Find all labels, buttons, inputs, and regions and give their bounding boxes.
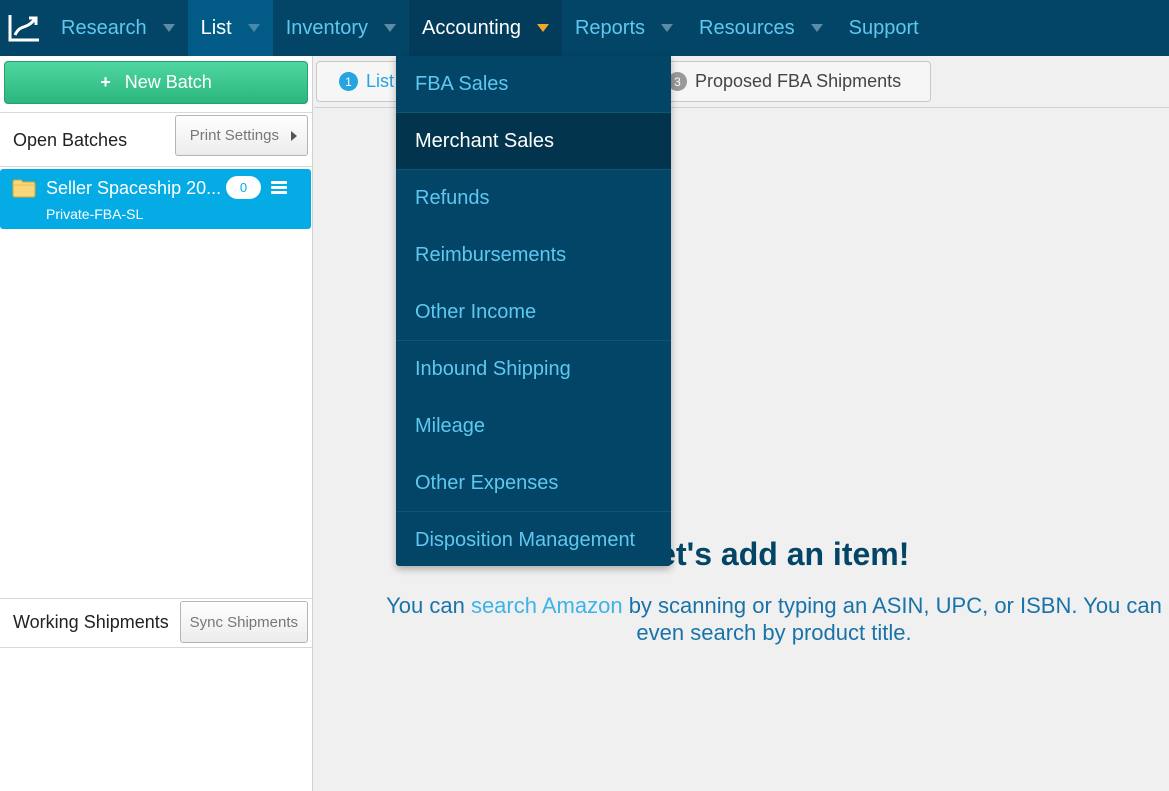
tab-list[interactable]: 1 List — [316, 61, 404, 102]
nav-support[interactable]: Support — [836, 0, 932, 56]
empty-state-text: You can search Amazon by scanning or typ… — [384, 592, 1164, 646]
nav-reports-label: Reports — [574, 16, 645, 39]
new-batch-label: New Batch — [124, 72, 212, 92]
sync-shipments-label: Sync Shipments — [189, 613, 298, 631]
search-amazon-link[interactable]: search Amazon — [471, 593, 623, 618]
nav-resources-label: Resources — [699, 16, 795, 39]
menu-item-other-expenses[interactable]: Other Expenses — [396, 455, 671, 512]
menu-item-merchant-sales[interactable]: Merchant Sales — [396, 113, 671, 170]
logo[interactable] — [0, 0, 48, 56]
menu-item-other-income[interactable]: Other Income — [396, 284, 671, 341]
chevron-down-icon — [810, 24, 823, 32]
batch-count-badge: 0 — [226, 176, 261, 199]
nav-research-label: Research — [61, 16, 147, 39]
chevron-down-icon — [162, 24, 175, 32]
sync-shipments-button[interactable]: Sync Shipments — [179, 601, 308, 643]
chevron-right-icon — [291, 130, 297, 141]
menu-item-mileage[interactable]: Mileage — [396, 398, 671, 455]
tab-proposed-fba-shipments[interactable]: 3 Proposed FBA Shipments — [657, 61, 931, 102]
open-batches-header: Open Batches Print Settings — [0, 112, 313, 167]
tab-list-number: 1 — [339, 72, 358, 91]
menu-item-refunds[interactable]: Refunds — [396, 170, 671, 227]
empty-state-text-after: by scanning or typing an ASIN, UPC, or I… — [622, 593, 1162, 645]
nav-inventory[interactable]: Inventory — [273, 0, 409, 56]
print-settings-button[interactable]: Print Settings — [174, 115, 308, 156]
hamburger-menu-icon[interactable] — [271, 181, 287, 195]
new-batch-button[interactable]: + New Batch — [4, 61, 308, 104]
chart-trend-icon — [8, 15, 39, 42]
chevron-down-icon — [247, 24, 260, 32]
plus-icon: + — [100, 72, 111, 92]
chevron-down-icon — [661, 24, 673, 32]
menu-item-fba-sales[interactable]: FBA Sales — [396, 56, 671, 113]
batch-subtitle: Private-FBA-SL — [46, 206, 144, 222]
tab-list-label: List — [366, 71, 395, 91]
working-shipments-title: Working Shipments — [13, 612, 169, 632]
tab-proposed-label: Proposed FBA Shipments — [695, 71, 902, 91]
nav-list[interactable]: List — [187, 0, 273, 56]
accounting-dropdown-menu: FBA Sales Merchant Sales Refunds Reimbur… — [396, 56, 671, 566]
nav-support-label: Support — [848, 16, 919, 39]
nav-reports[interactable]: Reports — [562, 0, 686, 56]
nav-research[interactable]: Research — [48, 0, 188, 56]
folder-icon — [12, 179, 36, 198]
batch-name: Seller Spaceship 20... — [46, 178, 222, 198]
chevron-down-icon — [384, 24, 396, 32]
sidebar: + New Batch Open Batches Print Settings … — [0, 56, 313, 791]
nav-inventory-label: Inventory — [285, 16, 368, 39]
menu-item-disposition-management[interactable]: Disposition Management — [396, 512, 671, 569]
menu-item-reimbursements[interactable]: Reimbursements — [396, 227, 671, 284]
nav-accounting-label: Accounting — [422, 16, 521, 39]
open-batches-title: Open Batches — [13, 130, 128, 150]
nav-list-label: List — [200, 16, 232, 39]
top-nav: Research List Inventory Accounting Repor… — [0, 0, 1169, 56]
empty-state-text-before: You can — [386, 593, 471, 618]
batch-item[interactable]: Seller Spaceship 20... 0 Private-FBA-SL — [0, 169, 311, 229]
print-settings-label: Print Settings — [189, 127, 279, 144]
nav-resources[interactable]: Resources — [686, 0, 836, 56]
working-shipments-header: Working Shipments Sync Shipments — [0, 598, 313, 648]
chevron-down-icon — [536, 24, 549, 32]
menu-item-inbound-shipping[interactable]: Inbound Shipping — [396, 341, 671, 398]
nav-accounting[interactable]: Accounting — [409, 0, 562, 56]
